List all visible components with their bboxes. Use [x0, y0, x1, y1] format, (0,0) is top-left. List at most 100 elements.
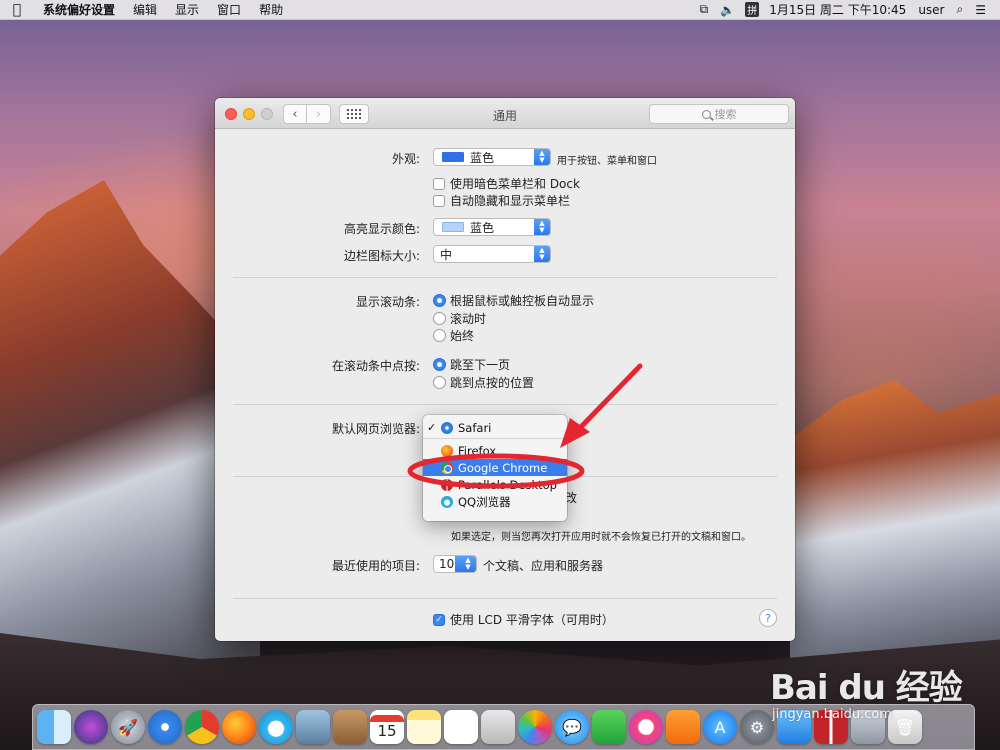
checkmark-icon: ✓	[427, 421, 437, 434]
firefox-icon	[441, 444, 453, 457]
radio-selected	[433, 294, 446, 307]
appearance-swatch	[442, 152, 464, 162]
scroll-bars-radio-scrolling[interactable]: 滚动时	[433, 310, 486, 327]
radio-unselected	[433, 376, 446, 389]
scroll-click-option-label: 跳到点按的位置	[450, 376, 535, 390]
notification-center-icon[interactable]: ☰	[969, 3, 992, 17]
highlight-value: 蓝色	[470, 220, 495, 235]
photos-icon[interactable]	[518, 710, 552, 744]
dark-menu-checkbox[interactable]: 使用暗色菜单栏和 Dock	[433, 175, 580, 192]
separator	[233, 404, 777, 405]
facetime-icon[interactable]	[592, 710, 626, 744]
lcd-font-label: 使用 LCD 平滑字体（可用时）	[450, 613, 614, 627]
messages-icon[interactable]: 💬	[555, 710, 589, 744]
launchpad-icon[interactable]: 🚀	[111, 710, 145, 744]
restore-windows-note: 如果选定，则当您再次打开应用时就不会恢复已打开的文稿和窗口。	[451, 532, 751, 543]
recent-items-popup[interactable]: 10 ▲ ▼	[433, 555, 477, 573]
system-preferences-icon[interactable]: ⚙	[740, 710, 774, 744]
popup-arrows-icon: ▲ ▼	[534, 219, 550, 235]
popup-arrows-icon: ▲ ▼	[534, 246, 550, 262]
contacts-icon[interactable]	[333, 710, 367, 744]
firefox-icon[interactable]	[222, 710, 256, 744]
apple-menu-icon[interactable]: 	[0, 2, 34, 18]
volume-icon[interactable]: 🔈	[714, 3, 741, 17]
search-icon	[701, 109, 711, 119]
scroll-bars-radio-always[interactable]: 始终	[433, 327, 474, 344]
reminders-icon[interactable]	[444, 710, 478, 744]
qq-browser-icon[interactable]	[259, 710, 293, 744]
calendar-icon[interactable]: 15	[370, 710, 404, 744]
browser-item-safari[interactable]: ✓ Safari	[423, 419, 567, 436]
clock[interactable]: 1月15日 周二 下午10:45	[763, 1, 912, 18]
music-icon[interactable]: ♫	[629, 710, 663, 744]
radio-unselected	[433, 329, 446, 342]
separator	[233, 277, 777, 278]
checkbox-box	[433, 194, 445, 207]
scroll-click-radio-spot[interactable]: 跳到点按的位置	[433, 374, 534, 391]
title-bar: ‹ › 通用 搜索	[215, 98, 795, 129]
browser-item-firefox[interactable]: Firefox	[423, 442, 567, 459]
chrome-icon[interactable]	[185, 710, 219, 744]
sidebar-icon-value: 中	[440, 247, 453, 262]
browser-item-label: Parallels Desktop	[458, 477, 557, 492]
appearance-value: 蓝色	[470, 150, 495, 165]
sidebar-icon-label: 边栏图标大小:	[343, 249, 420, 263]
browser-item-parallels-desktop[interactable]: Parallels Desktop	[423, 476, 567, 493]
input-method-icon[interactable]: 拼	[745, 2, 760, 17]
books-icon[interactable]	[666, 710, 700, 744]
safari-icon[interactable]	[148, 710, 182, 744]
browser-item-label: Google Chrome	[458, 460, 548, 475]
menu-app-name[interactable]: 系统偏好设置	[34, 1, 124, 18]
menu-view[interactable]: 显示	[166, 1, 208, 18]
sidebar-icon-popup[interactable]: 中 ▲ ▼	[433, 245, 551, 263]
scroll-bars-label: 显示滚动条:	[355, 295, 420, 309]
scroll-click-radio-next-page[interactable]: 跳至下一页	[433, 356, 510, 373]
notes-icon[interactable]	[407, 710, 441, 744]
scroll-bars-radio-auto[interactable]: 根据鼠标或触控板自动显示	[433, 292, 594, 309]
highlight-popup[interactable]: 蓝色 ▲ ▼	[433, 218, 551, 236]
general-preferences-window: ‹ › 通用 搜索 外观: 蓝色 ▲ ▼ 用于按钮、菜单和窗口 使用暗色菜单栏和 …	[215, 98, 795, 641]
menu-window[interactable]: 窗口	[208, 1, 250, 18]
spotlight-search-icon[interactable]: ⌕	[951, 2, 970, 17]
finder-icon[interactable]	[37, 710, 71, 744]
default-browser-menu[interactable]: ✓ Safari Firefox Google Chrome Parallels…	[423, 415, 567, 521]
recent-items-suffix: 个文稿、应用和服务器	[483, 559, 604, 573]
scroll-bars-option-label: 滚动时	[450, 312, 487, 326]
browser-item-label: QQ浏览器	[458, 494, 511, 509]
browser-item-qq[interactable]: QQ浏览器	[423, 493, 567, 510]
auto-hide-menu-checkbox[interactable]: 自动隐藏和显示菜单栏	[433, 192, 570, 209]
user-menu[interactable]: user	[912, 3, 950, 17]
browser-item-label: Firefox	[458, 443, 497, 458]
scroll-click-label: 在滚动条中点按:	[331, 359, 420, 373]
scroll-bars-option-label: 根据鼠标或触控板自动显示	[450, 294, 595, 308]
preview-icon[interactable]	[296, 710, 330, 744]
photo-booth-icon[interactable]	[481, 710, 515, 744]
qq-browser-icon	[441, 495, 453, 508]
help-button[interactable]: ?	[759, 609, 777, 627]
popup-arrows-icon: ▲ ▼	[455, 556, 476, 572]
screen-mirror-icon[interactable]: ⧉	[694, 2, 715, 17]
browser-item-label: Safari	[458, 420, 492, 435]
app-store-icon[interactable]: A	[703, 710, 737, 744]
safari-icon	[441, 421, 453, 434]
menu-edit[interactable]: 编辑	[124, 1, 166, 18]
browser-item-google-chrome[interactable]: Google Chrome	[423, 459, 567, 476]
chrome-icon	[441, 461, 453, 474]
watermark-url: jingyan.baidu.com	[772, 707, 892, 722]
scroll-bars-option-label: 始终	[450, 329, 475, 343]
menu-separator	[423, 438, 567, 439]
auto-hide-label: 自动隐藏和显示菜单栏	[450, 194, 571, 208]
search-placeholder: 搜索	[714, 108, 737, 121]
menu-bar:  系统偏好设置 编辑 显示 窗口 帮助 ⧉ 🔈 拼 1月15日 周二 下午10…	[0, 0, 1000, 20]
appearance-hint: 用于按钮、菜单和窗口	[557, 156, 657, 167]
checkbox-box	[433, 177, 445, 190]
scroll-click-option-label: 跳至下一页	[450, 358, 511, 372]
appearance-popup[interactable]: 蓝色 ▲ ▼	[433, 148, 551, 166]
search-field[interactable]: 搜索	[649, 104, 789, 124]
separator	[233, 598, 777, 599]
baidu-jingyan-watermark: Bai du 经验 jingyan.baidu.com	[770, 660, 963, 722]
menu-help[interactable]: 帮助	[250, 1, 292, 18]
siri-icon[interactable]	[74, 710, 108, 744]
lcd-font-checkbox[interactable]: ✓ 使用 LCD 平滑字体（可用时）	[433, 611, 614, 628]
recent-items-label: 最近使用的项目:	[331, 559, 420, 573]
